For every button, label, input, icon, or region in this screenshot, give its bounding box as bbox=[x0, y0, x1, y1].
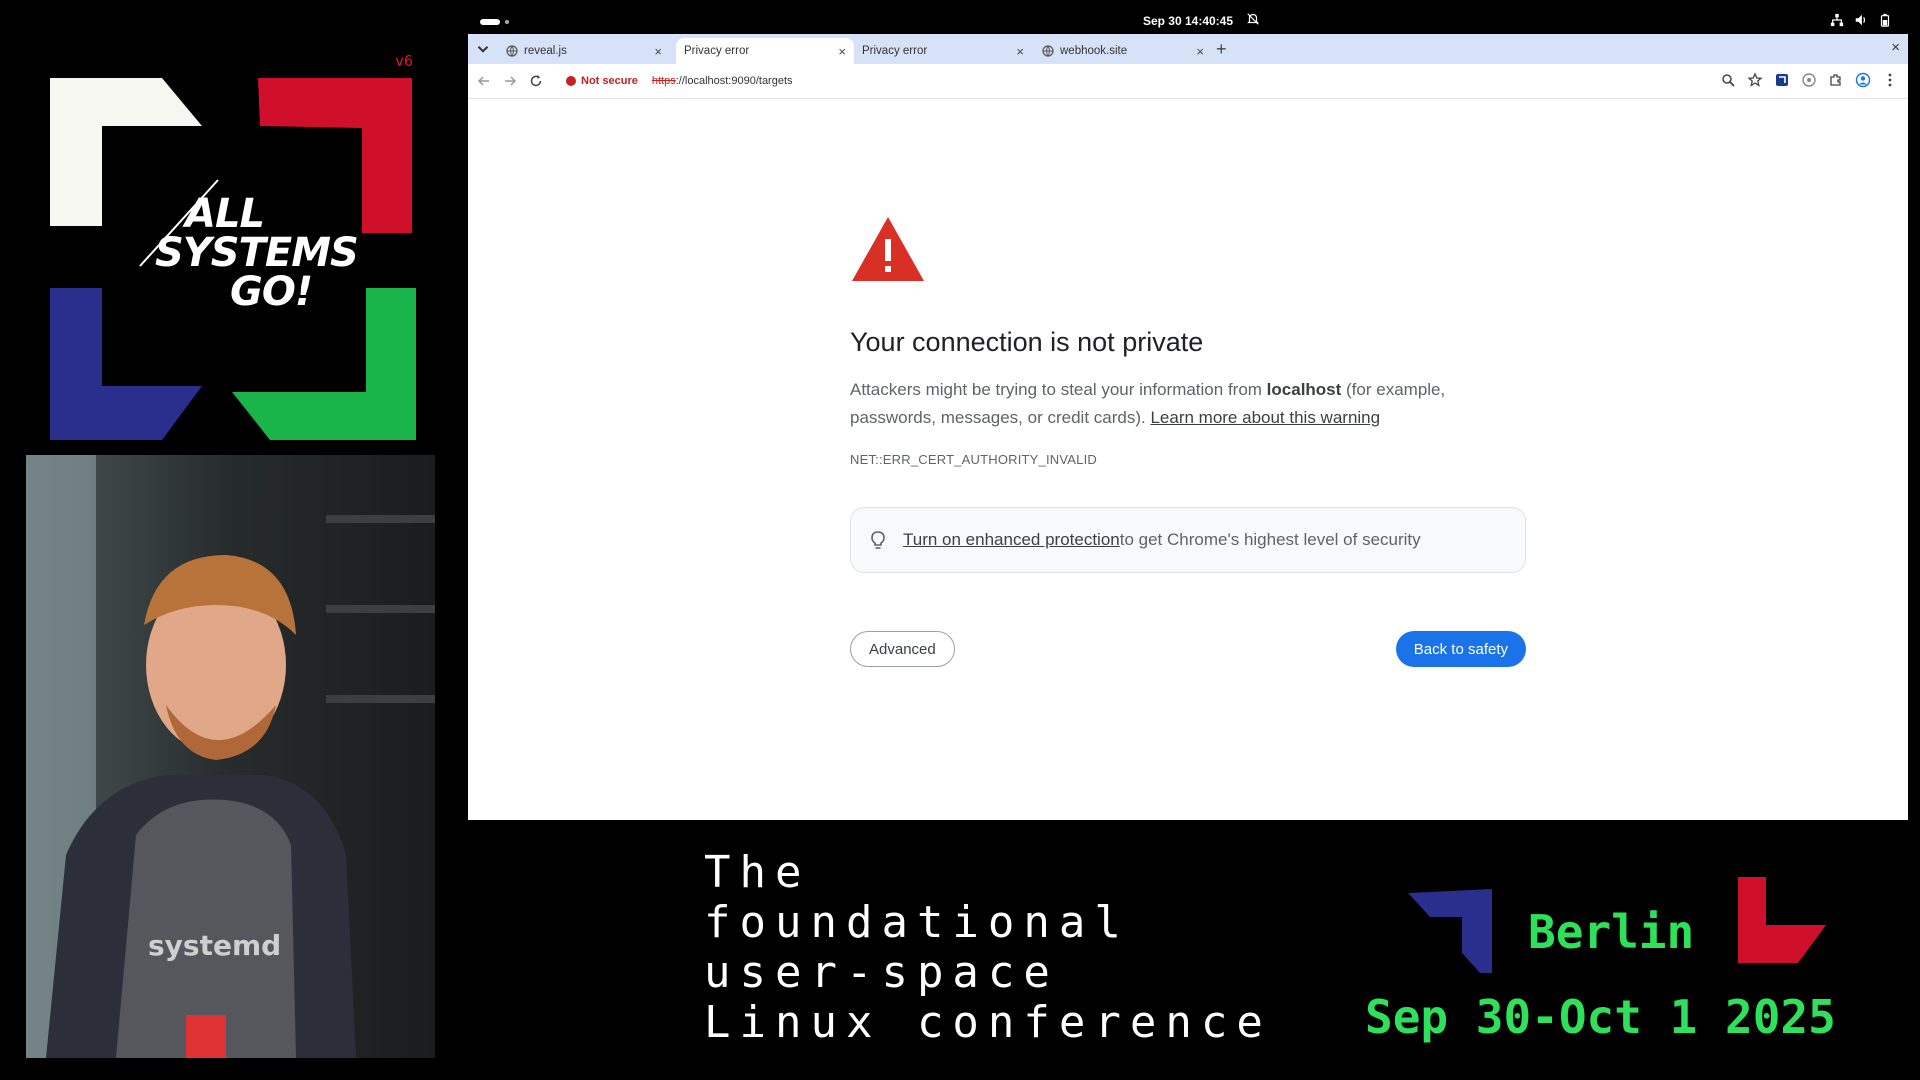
battery-icon bbox=[1880, 13, 1890, 27]
enhanced-protection-promo: Turn on enhanced protection to get Chrom… bbox=[850, 507, 1526, 573]
explanation-text-1: Attackers might be trying to steal your … bbox=[850, 380, 1267, 399]
tagline-line-1: The bbox=[704, 847, 811, 898]
reload-icon[interactable] bbox=[528, 73, 544, 89]
url-scheme: https bbox=[651, 75, 676, 87]
browser-tab-strip: reveal.js × Privacy error × Privacy erro… bbox=[468, 34, 1908, 64]
toolbar-actions bbox=[1720, 72, 1898, 88]
globe-icon bbox=[506, 45, 518, 57]
error-code[interactable]: NET::ERR_CERT_AUTHORITY_INVALID bbox=[850, 452, 1530, 467]
extension-circle-icon[interactable] bbox=[1801, 72, 1817, 88]
tab-close-button[interactable]: × bbox=[838, 44, 846, 59]
warning-dot-icon bbox=[566, 76, 576, 86]
tab-close-button[interactable]: × bbox=[1196, 44, 1204, 59]
tab-title: reveal.js bbox=[524, 45, 567, 57]
speaker-image: systemd bbox=[26, 455, 435, 1058]
tab-title: Privacy error bbox=[684, 45, 750, 57]
kebab-menu-icon[interactable] bbox=[1882, 72, 1898, 88]
system-clock[interactable]: Sep 30 14:40:45 bbox=[468, 14, 1908, 28]
tab-search-icon[interactable] bbox=[474, 40, 492, 58]
tab-privacy-error[interactable]: Privacy error × bbox=[854, 38, 1032, 64]
error-explanation: Attackers might be trying to steal your … bbox=[850, 376, 1530, 432]
tab-title: webhook.site bbox=[1060, 45, 1128, 57]
enhanced-protection-link[interactable]: Turn on enhanced protection bbox=[903, 530, 1120, 550]
speaker-camera: systemd bbox=[26, 455, 435, 1058]
conference-city: Berlin bbox=[1528, 905, 1695, 959]
browser-toolbar: Not secure https://localhost:9090/target… bbox=[468, 64, 1908, 99]
back-arrow-icon[interactable] bbox=[476, 73, 492, 89]
forward-arrow-icon[interactable] bbox=[502, 73, 518, 89]
window-close-button[interactable]: × bbox=[1891, 39, 1900, 56]
lightbulb-icon bbox=[871, 531, 885, 549]
logo-line-1: ALL bbox=[185, 191, 265, 237]
presenter-desktop: Sep 30 14:40:45 reveal.js × Privacy erro… bbox=[468, 0, 1908, 820]
logo-version: v6 bbox=[395, 52, 414, 70]
extensions-puzzle-icon[interactable] bbox=[1828, 72, 1844, 88]
tab-revealjs[interactable]: reveal.js × bbox=[498, 38, 670, 64]
tab-close-button[interactable]: × bbox=[1016, 44, 1024, 59]
notifications-off-icon bbox=[1247, 13, 1259, 25]
tab-close-button[interactable]: × bbox=[654, 44, 662, 59]
profile-avatar-icon[interactable] bbox=[1855, 72, 1871, 88]
learn-more-link[interactable]: Learn more about this warning bbox=[1150, 408, 1380, 427]
privacy-error-page: Your connection is not private Attackers… bbox=[850, 215, 1530, 669]
bookmark-star-icon[interactable] bbox=[1747, 72, 1763, 88]
back-to-safety-button[interactable]: Back to safety bbox=[1395, 631, 1526, 667]
globe-icon bbox=[1042, 45, 1054, 57]
host-name: localhost bbox=[1266, 380, 1342, 399]
action-buttons: Advanced Back to safety bbox=[850, 631, 1526, 669]
address-bar[interactable]: Not secure https://localhost:9090/target… bbox=[560, 69, 1760, 93]
red-bracket-decor bbox=[1738, 877, 1826, 963]
conference-dates: Sep 30-Oct 1 2025 bbox=[1365, 990, 1836, 1044]
tagline-line-2: foundational bbox=[704, 897, 1130, 948]
logo-line-3: GO! bbox=[230, 269, 313, 315]
blue-bracket-decor bbox=[1408, 889, 1492, 973]
system-tray[interactable] bbox=[1830, 13, 1892, 27]
advanced-button[interactable]: Advanced bbox=[850, 631, 955, 667]
tab-webhook-site[interactable]: webhook.site × bbox=[1034, 38, 1212, 64]
tagline-line-4: Linux conference bbox=[704, 997, 1272, 1048]
conference-tagline: The foundational user-space Linux confer… bbox=[704, 848, 1272, 1048]
zoom-icon[interactable] bbox=[1720, 72, 1736, 88]
logo-line-2: SYSTEMS bbox=[155, 230, 359, 276]
shirt-text: systemd bbox=[148, 929, 281, 962]
security-chip-label: Not secure bbox=[581, 75, 638, 87]
new-tab-button[interactable]: + bbox=[1216, 39, 1227, 60]
tagline-line-3: user-space bbox=[704, 947, 1059, 998]
page-title: Your connection is not private bbox=[850, 327, 1204, 357]
security-chip[interactable]: Not secure bbox=[566, 75, 638, 87]
system-top-bar: Sep 30 14:40:45 bbox=[468, 0, 1908, 34]
logo-wordmark: ALL SYSTEMS GO! bbox=[135, 191, 359, 315]
warning-triangle-icon bbox=[852, 217, 924, 281]
network-icon bbox=[1830, 13, 1844, 27]
tab-privacy-error-active[interactable]: Privacy error × bbox=[676, 38, 854, 64]
volume-icon bbox=[1855, 14, 1866, 26]
tab-title: Privacy error bbox=[862, 45, 928, 57]
extension-badge-icon[interactable] bbox=[1774, 72, 1790, 88]
url-text: ://localhost:9090/targets bbox=[675, 75, 793, 87]
promo-text: to get Chrome's highest level of securit… bbox=[1119, 530, 1421, 549]
